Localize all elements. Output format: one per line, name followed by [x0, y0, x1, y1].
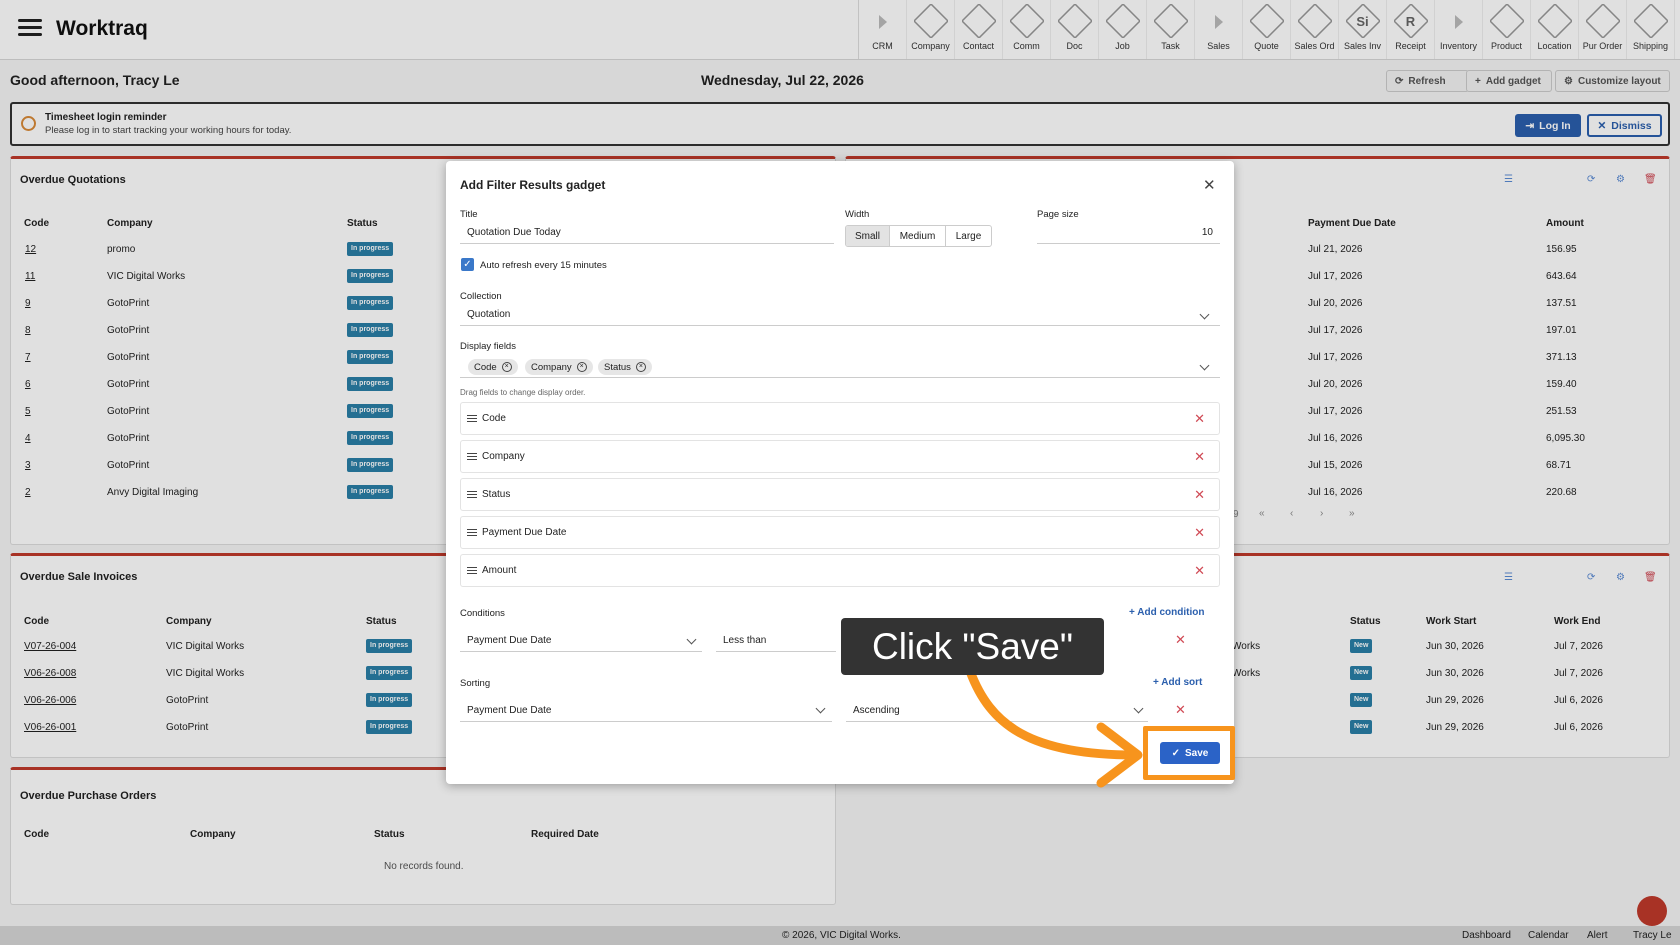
- page-size-input[interactable]: 10: [1037, 224, 1220, 244]
- width-label: Width: [845, 209, 870, 220]
- display-fields-select[interactable]: [460, 357, 1220, 378]
- drag-handle-icon[interactable]: [467, 489, 477, 500]
- field-name: Amount: [482, 565, 517, 576]
- auto-refresh-label: Auto refresh every 15 minutes: [480, 260, 607, 271]
- add-sort-button[interactable]: + Add sort: [1153, 677, 1202, 688]
- collection-label: Collection: [460, 291, 502, 302]
- display-field-row[interactable]: Company ✕: [460, 440, 1220, 473]
- display-field-row[interactable]: Amount ✕: [460, 554, 1220, 587]
- close-icon[interactable]: ✕: [1203, 176, 1216, 194]
- field-name: Code: [482, 413, 506, 424]
- width-large-option[interactable]: Large: [946, 226, 991, 246]
- remove-condition-icon[interactable]: ✕: [1175, 632, 1186, 648]
- width-selector: Small Medium Large: [845, 225, 992, 247]
- instruction-callout: Click "Save": [841, 618, 1104, 675]
- width-small-option[interactable]: Small: [846, 226, 890, 246]
- remove-field-icon[interactable]: ✕: [1194, 525, 1205, 541]
- remove-field-icon[interactable]: ✕: [1194, 411, 1205, 427]
- conditions-label: Conditions: [460, 608, 505, 619]
- display-fields-label: Display fields: [460, 341, 516, 352]
- page-size-label: Page size: [1037, 209, 1079, 220]
- remove-sort-icon[interactable]: ✕: [1175, 702, 1186, 718]
- drag-handle-icon[interactable]: [467, 413, 477, 424]
- sorting-label: Sorting: [460, 678, 491, 689]
- callout-arrow: [965, 666, 1143, 788]
- title-label: Title: [460, 209, 478, 220]
- drag-handle-icon[interactable]: [467, 451, 477, 462]
- sort-field-select[interactable]: Payment Due Date: [460, 702, 832, 722]
- display-field-row[interactable]: Status ✕: [460, 478, 1220, 511]
- collection-select[interactable]: Quotation: [460, 306, 1220, 326]
- remove-field-icon[interactable]: ✕: [1194, 563, 1205, 579]
- width-medium-option[interactable]: Medium: [890, 226, 946, 246]
- add-condition-button[interactable]: + Add condition: [1129, 607, 1204, 618]
- display-field-row[interactable]: Payment Due Date ✕: [460, 516, 1220, 549]
- remove-field-icon[interactable]: ✕: [1194, 487, 1205, 503]
- condition-operator-select[interactable]: Less than: [716, 632, 836, 652]
- field-name: Status: [482, 489, 511, 500]
- save-highlight: [1143, 726, 1235, 780]
- field-name: Company: [482, 451, 525, 462]
- field-name: Payment Due Date: [482, 527, 567, 538]
- remove-field-icon[interactable]: ✕: [1194, 449, 1205, 465]
- display-field-row[interactable]: Code ✕: [460, 402, 1220, 435]
- auto-refresh-checkbox[interactable]: ✓: [461, 258, 474, 271]
- condition-field-select[interactable]: Payment Due Date: [460, 632, 702, 652]
- dialog-title: Add Filter Results gadget: [460, 178, 606, 192]
- title-input[interactable]: Quotation Due Today: [460, 224, 834, 244]
- drag-hint: Drag fields to change display order.: [460, 388, 586, 397]
- drag-handle-icon[interactable]: [467, 565, 477, 576]
- drag-handle-icon[interactable]: [467, 527, 477, 538]
